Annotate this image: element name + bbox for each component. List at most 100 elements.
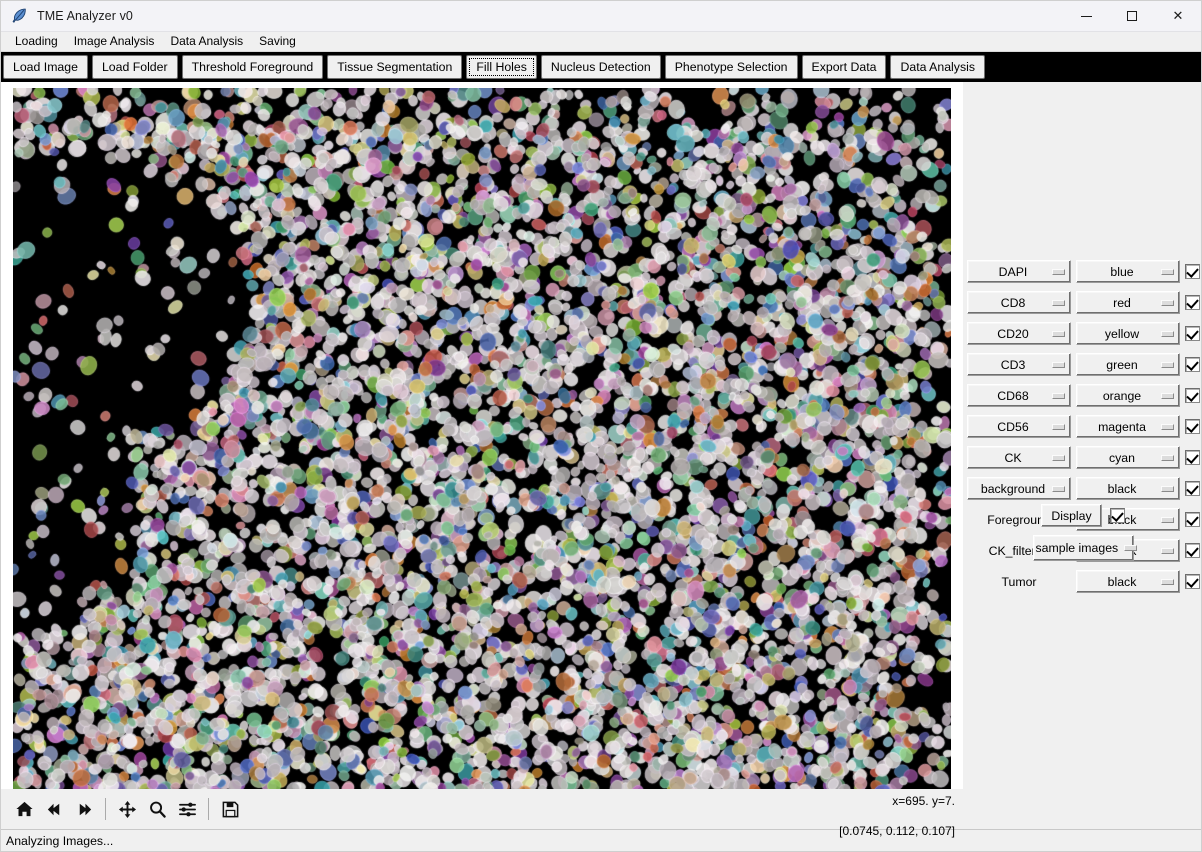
figure-area: x=695. y=7. [0.0745, 0.112, 0.107] — [1, 82, 963, 838]
marker-name-dropdown-cd68[interactable]: CD68 — [967, 384, 1071, 407]
marker-name-value: CD20 — [997, 326, 1029, 341]
workflow-toolbar: Load Image Load Folder Threshold Foregro… — [1, 52, 1201, 82]
dropdown-indicator-icon — [1161, 361, 1174, 368]
nuclei-canvas[interactable] — [13, 88, 951, 792]
minimize-button[interactable] — [1063, 1, 1109, 32]
marker-name-value: CD3 — [1000, 357, 1026, 372]
marker-color-dropdown-ck[interactable]: cyan — [1076, 446, 1180, 469]
load-image-button[interactable]: Load Image — [3, 55, 88, 79]
dropdown-indicator-icon — [1161, 299, 1174, 306]
threshold-foreground-button[interactable]: Threshold Foreground — [181, 55, 324, 79]
dropdown-indicator-icon — [1161, 268, 1174, 275]
menu-item-saving[interactable]: Saving — [251, 33, 304, 50]
sample-images-value: sample images — [1035, 541, 1119, 555]
marker-row: CD8 red — [967, 287, 1200, 318]
pan-move-icon — [118, 800, 136, 818]
zoom-button[interactable] — [142, 794, 172, 824]
coordinates-line-2: [0.0745, 0.112, 0.107] — [839, 824, 955, 838]
home-button[interactable] — [9, 794, 39, 824]
sample-images-dropdown[interactable]: sample images — [1032, 535, 1137, 561]
window-title: TME Analyzer v0 — [37, 9, 133, 23]
back-arrow-icon — [47, 803, 59, 815]
menu-bar: Loading Image Analysis Data Analysis Sav… — [1, 32, 1201, 52]
marker-color-dropdown-cd56[interactable]: magenta — [1076, 415, 1180, 438]
nucleus-detection-button[interactable]: Nucleus Detection — [540, 55, 661, 79]
marker-row: CD68 orange — [967, 380, 1200, 411]
marker-color-value: red — [1113, 295, 1131, 310]
marker-color-value: orange — [1102, 388, 1142, 403]
marker-color-dropdown-tumor[interactable]: black — [1076, 570, 1180, 593]
dropdown-indicator-icon — [1052, 268, 1065, 275]
marker-color-value: yellow — [1104, 326, 1140, 341]
minimize-icon — [1080, 15, 1092, 17]
application-window: TME Analyzer v0 ✕ Loading Image Analysis… — [0, 0, 1202, 852]
menu-item-image-analysis[interactable]: Image Analysis — [66, 33, 163, 50]
magnifier-icon — [149, 801, 166, 818]
pan-button[interactable] — [112, 794, 142, 824]
marker-row: CK cyan — [967, 442, 1200, 473]
display-checkbox[interactable] — [1109, 508, 1125, 523]
marker-visible-checkbox-cd56[interactable] — [1185, 419, 1200, 434]
marker-name-dropdown-cd3[interactable]: CD3 — [967, 353, 1071, 376]
dropdown-indicator-icon — [1161, 423, 1174, 430]
phenotype-selection-button[interactable]: Phenotype Selection — [664, 55, 798, 79]
marker-name-dropdown-cd20[interactable]: CD20 — [967, 322, 1071, 345]
sliders-icon — [178, 802, 196, 816]
marker-visible-checkbox-cd20[interactable] — [1185, 326, 1200, 341]
marker-visible-checkbox-dapi[interactable] — [1185, 264, 1200, 279]
marker-name-label-tumor: Tumor — [1001, 574, 1037, 589]
close-button[interactable]: ✕ — [1155, 1, 1201, 32]
marker-color-dropdown-cd68[interactable]: orange — [1076, 384, 1180, 407]
marker-name-dropdown-cd56[interactable]: CD56 — [967, 415, 1071, 438]
save-figure-button[interactable] — [215, 794, 245, 824]
dropdown-indicator-icon — [1161, 485, 1174, 492]
marker-visible-checkbox-tumor[interactable] — [1185, 574, 1200, 589]
maximize-icon — [1127, 11, 1137, 21]
marker-name-value: background — [980, 481, 1046, 496]
marker-control-panel: DAPI blue CD8 red CD20 yellow CD3 green CD68 oran… — [963, 82, 1201, 829]
menu-item-data-analysis[interactable]: Data Analysis — [162, 33, 251, 50]
marker-name-dropdown-background[interactable]: background — [967, 477, 1071, 500]
marker-color-dropdown-cd20[interactable]: yellow — [1076, 322, 1180, 345]
marker-name-dropdown-cd8[interactable]: CD8 — [967, 291, 1071, 314]
marker-visible-checkbox-ck[interactable] — [1185, 450, 1200, 465]
dropdown-indicator-icon — [1052, 299, 1065, 306]
marker-visible-checkbox-cd68[interactable] — [1185, 388, 1200, 403]
marker-color-value: black — [1107, 574, 1137, 589]
data-analysis-button[interactable]: Data Analysis — [890, 55, 985, 79]
marker-visible-checkbox-background[interactable] — [1185, 481, 1200, 496]
tissue-segmentation-button[interactable]: Tissue Segmentation — [327, 55, 463, 79]
menu-item-loading[interactable]: Loading — [7, 33, 66, 50]
configure-subplots-button[interactable] — [172, 794, 202, 824]
export-data-button[interactable]: Export Data — [801, 55, 887, 79]
marker-color-dropdown-dapi[interactable]: blue — [1076, 260, 1180, 283]
marker-color-dropdown-background[interactable]: black — [1076, 477, 1180, 500]
dropdown-indicator-icon — [1161, 454, 1174, 461]
back-button[interactable] — [39, 794, 69, 824]
dropdown-indicator-icon — [1052, 454, 1065, 461]
marker-name-value: CK — [1004, 450, 1022, 465]
marker-row: CD56 magenta — [967, 411, 1200, 442]
forward-button[interactable] — [69, 794, 99, 824]
display-button[interactable]: Display — [1041, 504, 1102, 527]
load-folder-button[interactable]: Load Folder — [91, 55, 178, 79]
dropdown-indicator-icon — [1161, 578, 1174, 585]
marker-name-dropdown-dapi[interactable]: DAPI — [967, 260, 1071, 283]
toolbar-separator-1 — [105, 798, 106, 820]
marker-visible-checkbox-cd8[interactable] — [1185, 295, 1200, 310]
marker-name-value: CD8 — [1000, 295, 1026, 310]
dropdown-indicator-icon — [1052, 330, 1065, 337]
marker-name-dropdown-ck[interactable]: CK — [967, 446, 1071, 469]
segmented-nuclei-image[interactable] — [13, 88, 951, 792]
marker-color-dropdown-cd8[interactable]: red — [1076, 291, 1180, 314]
marker-visible-checkbox-cd3[interactable] — [1185, 357, 1200, 372]
fill-holes-button[interactable]: Fill Holes — [466, 55, 537, 79]
marker-color-value: blue — [1110, 264, 1134, 279]
marker-row: Tumor black — [967, 566, 1200, 597]
dropdown-indicator-icon — [1161, 330, 1174, 337]
status-bar: Analyzing Images... — [1, 829, 1201, 851]
marker-row: background black — [967, 473, 1200, 504]
marker-color-dropdown-cd3[interactable]: green — [1076, 353, 1180, 376]
marker-row: CD3 green — [967, 349, 1200, 380]
maximize-button[interactable] — [1109, 1, 1155, 32]
